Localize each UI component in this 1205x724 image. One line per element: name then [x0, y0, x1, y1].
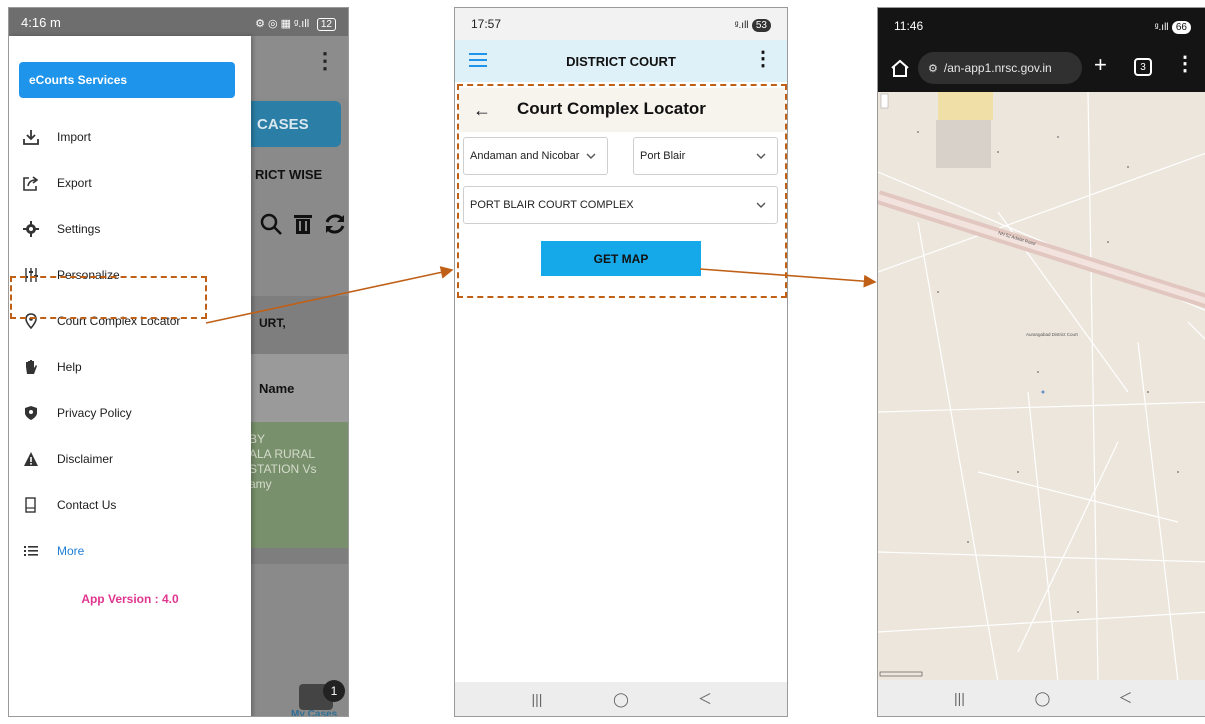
phone-court-complex-locator: 17:57 ᵍ.ıll 53 DISTRICT COURT ⋮ ← Court …: [454, 7, 788, 717]
drawer-title: eCourts Services: [19, 62, 235, 98]
menu-item-privacy-policy[interactable]: Privacy Policy: [21, 398, 241, 428]
status-time: 11:46: [894, 19, 924, 33]
district-wise-tab[interactable]: RICT WISE: [255, 167, 322, 182]
map-court-label: Aurangabad District Court: [1026, 332, 1079, 337]
status-icons: ⚙ ◎ ▦ ᵍ.ıll: [255, 17, 310, 30]
menu-item-label: Settings: [57, 222, 101, 236]
phone-ecourts-drawer: 4:16 m ⚙ ◎ ▦ ᵍ.ıll 12 ⋮ CASES RICT WISE …: [8, 7, 349, 717]
tab-count-button[interactable]: 3: [1134, 58, 1152, 76]
zoom-controls[interactable]: [880, 93, 889, 109]
screenshot-canvas: 4:16 m ⚙ ◎ ▦ ᵍ.ıll 12 ⋮ CASES RICT WISE …: [0, 0, 1205, 724]
warning-icon: [21, 449, 41, 469]
shield-icon: [21, 403, 41, 423]
overflow-menu-icon[interactable]: ⋮: [314, 50, 336, 72]
menu-item-more[interactable]: More: [21, 536, 241, 566]
status-bar: 4:16 m ⚙ ◎ ▦ ᵍ.ıll 12: [9, 8, 348, 36]
app-bar: DISTRICT COURT ⋮: [455, 40, 787, 82]
highlight-box: [10, 276, 207, 319]
new-tab-icon[interactable]: +: [1094, 54, 1107, 76]
phone-browser-map: 11:46 ᵍ.ıll 66 ⚙ /an-app1.nrsc.gov.in + …: [877, 7, 1205, 717]
back-icon[interactable]: ＜: [690, 684, 720, 714]
menu-item-label: Contact Us: [57, 498, 117, 512]
home-icon[interactable]: [890, 58, 910, 78]
home-icon[interactable]: ◯: [1028, 683, 1058, 713]
menu-item-export[interactable]: Export: [21, 168, 241, 198]
menu-item-label: More: [57, 544, 85, 558]
status-time: 17:57: [471, 17, 502, 31]
hand-icon: [21, 357, 41, 377]
case-row-text: BY ALA RURAL STATION Vs amy: [249, 432, 317, 491]
menu-item-label: Import: [57, 130, 92, 144]
trash-icon[interactable]: [291, 212, 315, 236]
app-bar-title: DISTRICT COURT: [566, 54, 676, 69]
court-label: URT,: [259, 316, 286, 330]
home-icon[interactable]: ◯: [606, 684, 636, 714]
back-icon[interactable]: ＜: [1111, 683, 1141, 713]
overflow-menu-icon[interactable]: ⋮: [753, 49, 773, 69]
menu-item-label: Help: [57, 360, 82, 374]
overflow-menu-icon[interactable]: ⋮: [1175, 54, 1195, 74]
toolbar-icons: [259, 208, 348, 240]
menu-item-label: Privacy Policy: [57, 406, 132, 420]
menu-item-help[interactable]: Help: [21, 352, 241, 382]
menu-item-disclaimer[interactable]: Disclaimer: [21, 444, 241, 474]
recent-apps-icon[interactable]: |||: [945, 683, 975, 713]
site-settings-icon[interactable]: ⚙: [928, 62, 938, 75]
search-icon[interactable]: [259, 212, 283, 236]
browser-toolbar: ⚙ /an-app1.nrsc.gov.in + 3 ⋮: [878, 44, 1205, 92]
status-time-suffix: m: [49, 14, 61, 30]
map-view[interactable]: NH 52 Adalat Road Aurangabad District Co…: [878, 92, 1205, 682]
menu-item-contact-us[interactable]: Contact Us: [21, 490, 241, 520]
battery-icon: 53: [751, 19, 771, 32]
url-text: /an-app1.nrsc.gov.in: [943, 61, 1052, 75]
menu-item-settings[interactable]: Settings: [21, 214, 241, 244]
system-nav-bar: ||| ◯ ＜: [455, 682, 787, 716]
gear-icon: [21, 219, 41, 239]
my-cases-badge: 1: [323, 680, 345, 702]
system-nav-bar: ||| ◯ ＜: [878, 680, 1205, 716]
status-time: 4:16: [21, 14, 47, 30]
app-version: App Version : 4.0: [81, 592, 179, 606]
refresh-icon[interactable]: [323, 212, 347, 236]
menu-item-label: Export: [57, 176, 92, 190]
name-header-row: [241, 354, 348, 422]
status-bar: 17:57 ᵍ.ıll 53: [455, 8, 787, 40]
menu-item-import[interactable]: Import: [21, 122, 241, 152]
phone-icon: [21, 495, 41, 515]
name-header: Name: [259, 381, 295, 396]
address-bar[interactable]: ⚙ /an-app1.nrsc.gov.in: [918, 52, 1082, 84]
navigation-drawer: eCourts Services Import Export Settings …: [9, 36, 251, 716]
menu-item-label: Disclaimer: [57, 452, 114, 466]
battery-icon: 66: [1171, 21, 1191, 34]
battery-icon: 12: [316, 17, 336, 31]
status-bar: 11:46 ᵍ.ıll 66: [878, 8, 1205, 44]
highlight-box: [457, 84, 787, 298]
list-icon: [21, 541, 41, 561]
recent-apps-icon[interactable]: |||: [522, 684, 552, 714]
my-cases-label[interactable]: My Cases: [291, 709, 337, 716]
import-icon: [21, 127, 41, 147]
export-icon: [21, 173, 41, 193]
map-canvas: NH 52 Adalat Road Aurangabad District Co…: [878, 92, 1205, 682]
